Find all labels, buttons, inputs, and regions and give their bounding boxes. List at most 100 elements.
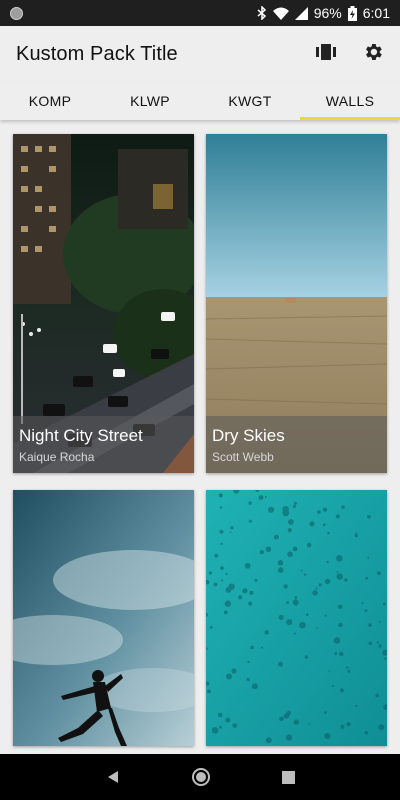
water-drop bbox=[317, 510, 321, 514]
water-drop bbox=[355, 704, 358, 708]
tab-klwp[interactable]: KLWP bbox=[100, 82, 200, 120]
water-drop bbox=[261, 646, 264, 649]
water-drop bbox=[219, 506, 223, 509]
water-drop bbox=[213, 582, 218, 587]
wallpaper-card-water-drops[interactable] bbox=[206, 490, 387, 746]
water-drop bbox=[315, 587, 318, 590]
status-bar: 96% 6:01 bbox=[0, 0, 400, 26]
water-drop bbox=[248, 501, 252, 505]
water-drop bbox=[339, 688, 344, 693]
water-drop bbox=[347, 669, 351, 673]
water-drop bbox=[376, 641, 379, 644]
water-drop bbox=[279, 716, 284, 722]
wallpaper-card-cloudy-jump[interactable] bbox=[13, 490, 194, 746]
water-drop bbox=[336, 573, 343, 580]
page-title: Kustom Pack Title bbox=[16, 42, 178, 65]
water-drop bbox=[378, 620, 381, 623]
water-drop bbox=[250, 645, 255, 650]
water-drop bbox=[251, 683, 258, 690]
tab-kwgt[interactable]: KWGT bbox=[200, 82, 300, 120]
status-right: 96% 6:01 bbox=[257, 5, 390, 21]
water-drop bbox=[242, 588, 248, 594]
wallpaper-image bbox=[206, 490, 387, 746]
water-drop bbox=[277, 560, 284, 566]
water-drop bbox=[331, 685, 334, 687]
water-drop bbox=[324, 578, 331, 585]
water-drop bbox=[336, 571, 339, 573]
navigation-bar bbox=[0, 754, 400, 800]
app-actions bbox=[316, 41, 384, 68]
water-drop bbox=[364, 609, 368, 612]
water-drop bbox=[294, 596, 298, 599]
water-drop bbox=[326, 560, 329, 564]
tab-komp[interactable]: KOMP bbox=[0, 82, 100, 120]
water-drop bbox=[282, 506, 289, 513]
water-drop bbox=[375, 693, 380, 698]
water-drop bbox=[316, 627, 319, 630]
water-drop bbox=[247, 660, 250, 664]
water-drop bbox=[304, 655, 309, 659]
app-bar: Kustom Pack Title bbox=[0, 26, 400, 82]
water-drop bbox=[288, 519, 294, 525]
water-drop bbox=[333, 637, 341, 644]
water-drop bbox=[293, 632, 296, 635]
water-drop bbox=[277, 567, 284, 573]
wallpaper-card-night-city-street[interactable]: Night City Street Kaique Rocha bbox=[13, 134, 194, 473]
water-drop bbox=[228, 583, 235, 590]
water-drop bbox=[278, 614, 284, 620]
water-drop bbox=[344, 578, 348, 582]
water-drop bbox=[365, 576, 369, 580]
water-drop bbox=[312, 590, 318, 596]
gear-icon[interactable] bbox=[362, 41, 384, 68]
home-icon[interactable] bbox=[191, 767, 211, 787]
water-drop bbox=[378, 724, 385, 731]
water-drop bbox=[219, 529, 224, 534]
water-drop bbox=[324, 711, 327, 714]
water-drop bbox=[254, 578, 258, 582]
water-drop bbox=[264, 496, 267, 498]
water-drop bbox=[293, 719, 299, 725]
battery-charging-icon bbox=[347, 5, 357, 21]
water-drop bbox=[306, 613, 309, 616]
water-drop bbox=[318, 583, 322, 587]
water-drop bbox=[384, 657, 387, 660]
wallpaper-icon[interactable] bbox=[316, 43, 336, 65]
notification-dot-icon bbox=[10, 6, 23, 20]
water-drop bbox=[207, 689, 211, 694]
water-drop bbox=[221, 579, 224, 582]
water-drop bbox=[368, 641, 373, 646]
water-drop bbox=[259, 549, 265, 555]
wallpaper-grid: Night City Street Kaique Rocha Dry Skies… bbox=[0, 120, 400, 754]
battery-percent: 96% bbox=[313, 5, 342, 21]
water-drop bbox=[231, 668, 237, 674]
wallpaper-card-dry-skies[interactable]: Dry Skies Scott Webb bbox=[206, 134, 387, 473]
water-drop bbox=[293, 601, 299, 606]
water-drop bbox=[341, 505, 345, 509]
water-drop bbox=[377, 571, 381, 576]
water-drop bbox=[300, 569, 303, 572]
water-drop bbox=[324, 614, 327, 617]
water-drop bbox=[283, 584, 288, 589]
tab-walls[interactable]: WALLS bbox=[300, 82, 400, 120]
water-drop bbox=[211, 727, 219, 734]
back-icon[interactable] bbox=[106, 770, 120, 784]
water-drop bbox=[224, 600, 232, 607]
tab-bar: KOMP KLWP KWGT WALLS bbox=[0, 82, 400, 120]
water-drop bbox=[299, 621, 306, 629]
water-drop bbox=[383, 602, 386, 606]
water-drop bbox=[286, 619, 293, 626]
water-drop bbox=[217, 712, 223, 718]
water-drop bbox=[248, 601, 253, 606]
water-drop bbox=[303, 573, 307, 576]
water-drop bbox=[339, 651, 344, 657]
water-drop bbox=[367, 514, 371, 519]
water-drop bbox=[308, 723, 311, 725]
water-drop bbox=[285, 734, 293, 741]
wallpaper-title: Dry Skies bbox=[212, 426, 285, 445]
water-drop bbox=[324, 732, 331, 740]
recents-icon[interactable] bbox=[281, 770, 295, 784]
water-drop bbox=[292, 546, 298, 552]
water-drop bbox=[287, 528, 292, 533]
water-drop bbox=[209, 625, 213, 629]
water-drop bbox=[223, 610, 228, 615]
